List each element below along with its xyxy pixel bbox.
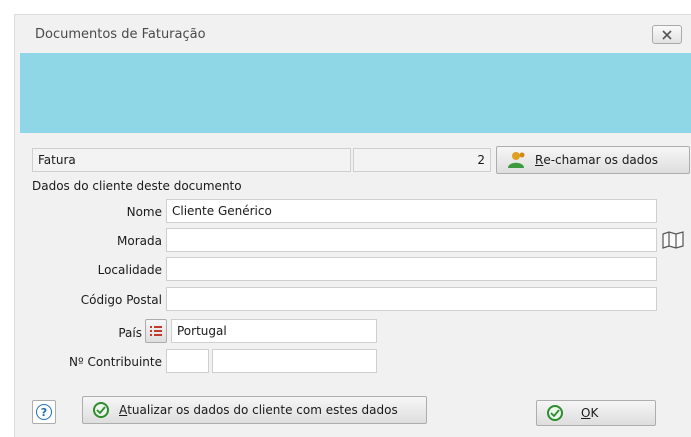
header-banner — [20, 53, 691, 133]
check-icon — [93, 402, 109, 418]
recall-label: e-chamar os dados — [543, 153, 658, 167]
document-number-field: 2 — [353, 148, 491, 172]
contribuinte-input[interactable] — [212, 349, 377, 373]
contribuinte-prefix-input[interactable] — [166, 349, 209, 373]
ok-mnemonic: O — [581, 406, 591, 420]
recall-mnemonic: R — [535, 153, 544, 167]
nome-input[interactable]: Cliente Genérico — [166, 199, 657, 223]
pais-label: País — [118, 326, 142, 340]
close-button[interactable] — [652, 25, 682, 44]
update-mnemonic: A — [119, 403, 128, 417]
close-icon — [662, 29, 672, 40]
pais-input[interactable]: Portugal — [171, 319, 377, 343]
invoice-documents-dialog: Documentos de Faturação Fatura 2 Re-cham… — [14, 14, 691, 437]
document-type-field: Fatura — [32, 148, 351, 172]
recall-data-button[interactable]: Re-chamar os dados — [496, 146, 690, 174]
codigo-postal-label: Código Postal — [80, 293, 162, 307]
ok-label: K — [590, 406, 599, 420]
morada-label: Morada — [117, 234, 162, 248]
help-icon: ? — [36, 404, 52, 420]
morada-input[interactable] — [166, 228, 657, 252]
country-list-button[interactable] — [145, 319, 167, 343]
map-icon[interactable] — [662, 231, 684, 249]
check-icon — [547, 405, 563, 421]
codigo-postal-input[interactable] — [166, 287, 657, 311]
window-title: Documentos de Faturação — [35, 27, 206, 42]
localidade-input[interactable] — [166, 257, 657, 281]
update-client-data-button[interactable]: Atualizar os dados do cliente com estes … — [82, 396, 427, 424]
help-button[interactable]: ? — [32, 400, 56, 424]
localidade-label: Localidade — [97, 263, 162, 277]
list-icon — [150, 326, 162, 336]
nome-label: Nome — [126, 205, 162, 219]
person-icon — [508, 152, 525, 168]
title-bar: Documentos de Faturação — [15, 15, 691, 53]
contribuinte-label: Nº Contribuinte — [69, 355, 162, 369]
section-title: Dados do cliente deste documento — [32, 179, 242, 193]
ok-button[interactable]: OK — [536, 400, 656, 426]
update-label: tualizar os dados do cliente com estes d… — [127, 403, 398, 417]
